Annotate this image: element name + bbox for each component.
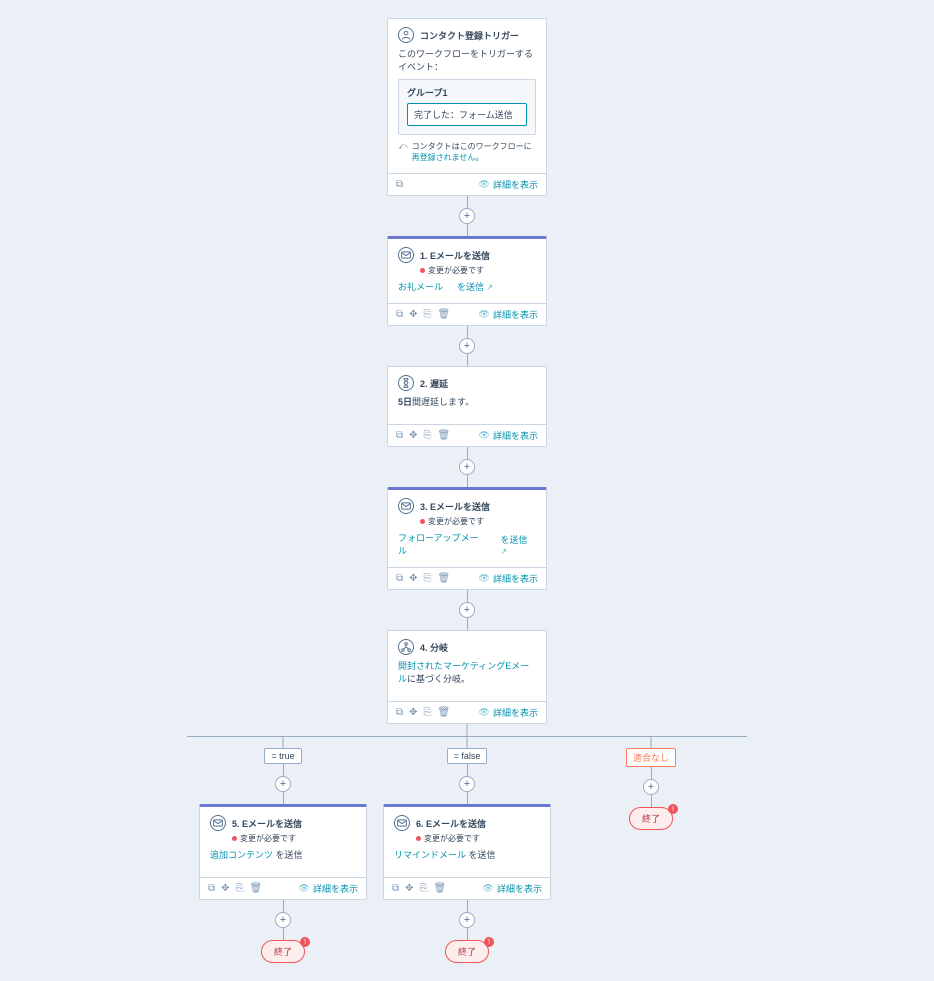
step-2-title: 2. 遅延 <box>420 377 448 390</box>
step-1-email-link[interactable]: お礼メール <box>398 280 443 293</box>
step-4-title: 4. 分岐 <box>420 641 448 654</box>
add-step-button[interactable]: + <box>459 776 475 792</box>
step-6-details[interactable]: 詳細を表示 <box>483 882 542 895</box>
clipboard-icon[interactable]: ⎘ <box>236 884 244 894</box>
step-3-warn: 変更が必要です <box>420 516 536 527</box>
trigger-title: コンタクト登録トリガー <box>420 29 519 42</box>
email-icon <box>398 247 414 263</box>
step-1-details[interactable]: 詳細を表示 <box>479 308 538 321</box>
step-3-email-link[interactable]: フォローアップメール <box>398 531 487 557</box>
add-step-button[interactable]: + <box>643 779 659 795</box>
warning-badge: ! <box>668 804 678 814</box>
step-3-title: 3. Eメールを送信 <box>420 500 490 513</box>
reenroll-link[interactable]: 再登録されません <box>412 153 476 162</box>
step-1-send-link[interactable]: を送信 <box>457 280 493 293</box>
add-step-button[interactable]: + <box>459 338 475 354</box>
clipboard-icon[interactable]: ⎘ <box>420 884 428 894</box>
add-step-button[interactable]: + <box>275 776 291 792</box>
branch-true: = true + 5. Eメールを送信 変更が必要です 追加コンテンツ を送信 <box>197 748 369 963</box>
delete-icon[interactable]: 🗑 <box>250 884 263 894</box>
branch-true-tag[interactable]: = true <box>264 748 301 764</box>
delete-icon[interactable]: 🗑 <box>438 574 451 584</box>
branch-icon <box>398 639 414 655</box>
step-2-card[interactable]: 2. 遅延 5日間遅延します。 ⧉ ✥ ⎘ 🗑 詳細を表示 <box>387 366 547 447</box>
group-criteria[interactable]: 完了した：フォーム送信 <box>407 103 527 126</box>
step-4-body: 開封されたマーケティングEメールに基づく分岐。 <box>398 659 536 685</box>
move-icon[interactable]: ✥ <box>221 884 229 894</box>
lock-icon: ⤺ <box>398 141 408 152</box>
contact-icon <box>398 27 414 43</box>
add-step-button[interactable]: + <box>459 912 475 928</box>
delay-icon <box>398 375 414 391</box>
step-3-card[interactable]: 3. Eメールを送信 変更が必要です フォローアップメール を送信 ⧉ ✥ ⎘ … <box>387 487 547 590</box>
move-icon[interactable]: ✥ <box>409 708 417 718</box>
move-icon[interactable]: ✥ <box>405 884 413 894</box>
step-6-title: 6. Eメールを送信 <box>416 817 486 830</box>
step-4-card[interactable]: 4. 分岐 開封されたマーケティングEメールに基づく分岐。 ⧉ ✥ ⎘ 🗑 詳細… <box>387 630 547 724</box>
step-1-warn: 変更が必要です <box>420 265 536 276</box>
reenroll-note: ⤺ コンタクトはこのワークフローに再登録されません。 <box>398 141 536 163</box>
step-1-card[interactable]: 1. Eメールを送信 変更が必要です お礼メール を送信 ⧉ ✥ ⎘ 🗑 詳細を… <box>387 236 547 326</box>
move-icon[interactable]: ✥ <box>409 431 417 441</box>
clipboard-icon[interactable]: ⎘ <box>424 431 432 441</box>
trigger-card[interactable]: コンタクト登録トリガー このワークフローをトリガーするイベント： グループ1 完… <box>387 18 547 196</box>
warning-badge: ! <box>484 937 494 947</box>
warning-badge: ! <box>300 937 310 947</box>
copy-icon[interactable]: ⧉ <box>396 708 403 718</box>
step-5-warn: 変更が必要です <box>232 833 356 844</box>
trigger-details-link[interactable]: 詳細を表示 <box>479 178 538 191</box>
clipboard-icon[interactable]: ⎘ <box>424 574 432 584</box>
step-6-email-link[interactable]: リマインドメール <box>394 850 466 860</box>
group-title: グループ1 <box>407 86 527 99</box>
step-2-details[interactable]: 詳細を表示 <box>479 429 538 442</box>
move-icon[interactable]: ✥ <box>409 574 417 584</box>
step-4-details[interactable]: 詳細を表示 <box>479 706 538 719</box>
branch-nomatch-tag[interactable]: 適合なし <box>626 748 676 767</box>
add-step-button[interactable]: + <box>275 912 291 928</box>
delete-icon[interactable]: 🗑 <box>438 310 451 320</box>
add-step-button[interactable]: + <box>459 208 475 224</box>
end-nomatch[interactable]: 終了 ! <box>629 807 673 830</box>
copy-icon[interactable]: ⧉ <box>396 574 403 584</box>
end-false[interactable]: 終了 ! <box>445 940 489 963</box>
email-icon <box>210 815 226 831</box>
step-6-card[interactable]: 6. Eメールを送信 変更が必要です リマインドメール を送信 ⧉ ✥ ⎘ 🗑 … <box>383 804 551 900</box>
step-3-send-link[interactable]: を送信 <box>501 533 537 556</box>
move-icon[interactable]: ✥ <box>409 310 417 320</box>
add-step-button[interactable]: + <box>459 602 475 618</box>
email-icon <box>398 498 414 514</box>
copy-icon[interactable]: ⧉ <box>392 884 399 894</box>
clipboard-icon[interactable]: ⎘ <box>424 310 432 320</box>
delete-icon[interactable]: 🗑 <box>438 431 451 441</box>
add-step-button[interactable]: + <box>459 459 475 475</box>
trigger-prompt: このワークフローをトリガーするイベント： <box>398 47 536 73</box>
branch-false-tag[interactable]: = false <box>447 748 488 764</box>
delete-icon[interactable]: 🗑 <box>434 884 447 894</box>
step-5-title: 5. Eメールを送信 <box>232 817 302 830</box>
delete-icon[interactable]: 🗑 <box>438 708 451 718</box>
step-1-title: 1. Eメールを送信 <box>420 249 490 262</box>
branch-nomatch: 適合なし + 終了 ! <box>565 748 737 963</box>
end-true[interactable]: 終了 ! <box>261 940 305 963</box>
step-2-body: 5日間遅延します。 <box>398 395 536 408</box>
copy-icon[interactable]: ⧉ <box>396 179 403 190</box>
email-icon <box>394 815 410 831</box>
copy-icon[interactable]: ⧉ <box>396 431 403 441</box>
trigger-group: グループ1 完了した：フォーム送信 <box>398 79 536 135</box>
step-6-warn: 変更が必要です <box>416 833 540 844</box>
step-5-card[interactable]: 5. Eメールを送信 変更が必要です 追加コンテンツ を送信 ⧉ ✥ ⎘ 🗑 詳… <box>199 804 367 900</box>
copy-icon[interactable]: ⧉ <box>208 884 215 894</box>
branches-container: = true + 5. Eメールを送信 変更が必要です 追加コンテンツ を送信 <box>107 724 827 963</box>
step-3-details[interactable]: 詳細を表示 <box>479 572 538 585</box>
copy-icon[interactable]: ⧉ <box>396 310 403 320</box>
step-5-email-link[interactable]: 追加コンテンツ <box>210 850 273 860</box>
clipboard-icon[interactable]: ⎘ <box>424 708 432 718</box>
branch-false: = false + 6. Eメールを送信 変更が必要です リマインドメール を送… <box>381 748 553 963</box>
step-5-details[interactable]: 詳細を表示 <box>299 882 358 895</box>
